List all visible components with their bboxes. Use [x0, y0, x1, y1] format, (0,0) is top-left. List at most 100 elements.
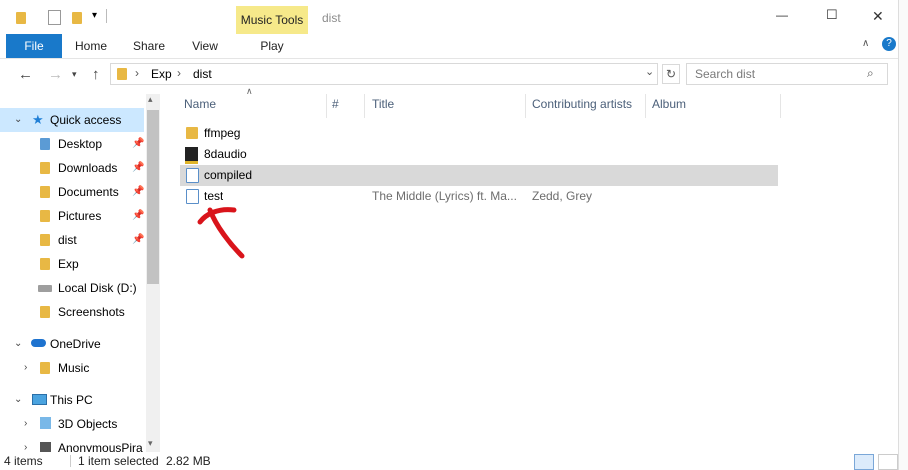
properties-icon[interactable]: [48, 10, 61, 25]
address-bar[interactable]: › Exp › dist ⌄: [110, 63, 658, 85]
selection-size: 2.82 MB: [166, 454, 211, 468]
forward-arrow-icon[interactable]: →: [48, 66, 63, 83]
address-history-dropdown-icon[interactable]: ⌄: [645, 65, 654, 78]
column-header-name[interactable]: Name: [184, 92, 216, 116]
sidebar-item-music[interactable]: › Music: [0, 356, 146, 380]
sidebar-item-label: Downloads: [58, 161, 118, 175]
window-title: dist: [322, 11, 341, 25]
red-arrow-annotation: [197, 207, 245, 259]
sidebar-item-label: Pictures: [58, 209, 102, 223]
column-divider[interactable]: [780, 94, 781, 118]
sidebar-item-3d-objects[interactable]: › 3D Objects: [0, 412, 146, 436]
scroll-down-icon[interactable]: ▾: [148, 438, 153, 449]
sidebar-item-documents[interactable]: Documents 📌: [0, 180, 146, 204]
folder-icon: [40, 138, 50, 150]
folder-icon: [117, 68, 127, 80]
collapse-ribbon-icon[interactable]: ∧: [862, 38, 869, 49]
column-divider[interactable]: [525, 94, 526, 118]
chevron-down-icon[interactable]: ⌄: [14, 108, 22, 132]
breadcrumb-exp[interactable]: Exp: [151, 67, 172, 81]
new-folder-icon[interactable]: [72, 12, 82, 24]
chevron-right-icon[interactable]: ›: [24, 356, 27, 380]
chevron-down-icon[interactable]: ⌄: [14, 332, 22, 356]
chevron-right-icon[interactable]: ›: [24, 436, 27, 452]
sidebar-item-label: Desktop: [58, 137, 103, 151]
sidebar-item-desktop[interactable]: Desktop 📌: [0, 132, 146, 156]
download-folder-icon: [40, 162, 50, 174]
maximize-button[interactable]: ☐: [826, 7, 838, 23]
column-divider[interactable]: [645, 94, 646, 118]
pin-icon[interactable]: 📌: [132, 204, 144, 228]
file-row-test[interactable]: test The Middle (Lyrics) ft. Ma... Zedd,…: [180, 186, 778, 207]
file-row-ffmpeg[interactable]: ffmpeg: [180, 123, 778, 144]
pin-icon[interactable]: 📌: [132, 132, 144, 156]
help-icon[interactable]: ?: [882, 37, 896, 51]
audio-file-icon: [186, 168, 199, 183]
column-header-album[interactable]: Album: [652, 92, 686, 116]
status-divider: [70, 455, 71, 467]
sidebar-item-screenshots[interactable]: Screenshots: [0, 300, 146, 324]
selection-status: 1 item selected: [78, 454, 159, 468]
column-header-title[interactable]: Title: [372, 92, 394, 116]
sidebar-item-downloads[interactable]: Downloads 📌: [0, 156, 146, 180]
sidebar-item-exp[interactable]: Exp: [0, 252, 146, 276]
minimize-button[interactable]: —: [776, 8, 788, 22]
toolbar-divider: [106, 9, 107, 23]
sidebar-item-this-pc[interactable]: ⌄ This PC: [0, 388, 146, 412]
close-button[interactable]: ✕: [872, 8, 884, 25]
column-header-contributing-artists[interactable]: Contributing artists: [532, 92, 632, 116]
breadcrumb-separator-icon[interactable]: ›: [135, 66, 139, 80]
sidebar-item-label: Quick access: [50, 113, 122, 127]
recent-locations-icon[interactable]: ▾: [72, 69, 77, 80]
search-input[interactable]: Search dist ⌕: [686, 63, 888, 85]
background-window-edge: [898, 0, 908, 470]
status-bar: 4 items 1 item selected 2.82 MB: [0, 452, 908, 470]
sidebar-item-dist[interactable]: dist 📌: [0, 228, 146, 252]
computer-icon: [32, 394, 47, 405]
column-divider[interactable]: [364, 94, 365, 118]
scrollbar-thumb[interactable]: [147, 110, 159, 284]
search-icon[interactable]: ⌕: [867, 66, 874, 81]
folder-icon: [40, 234, 50, 246]
chevron-right-icon[interactable]: ›: [24, 412, 27, 436]
refresh-icon[interactable]: ↻: [662, 64, 680, 84]
title-bar: ▾ dist — ☐ ✕: [0, 0, 898, 34]
tab-play[interactable]: Play: [236, 34, 308, 58]
sidebar-item-pictures[interactable]: Pictures 📌: [0, 204, 146, 228]
pictures-folder-icon: [40, 210, 50, 222]
pin-icon[interactable]: 📌: [132, 228, 144, 252]
pin-icon[interactable]: 📌: [132, 156, 144, 180]
chevron-down-icon[interactable]: ⌄: [14, 388, 22, 412]
quick-access-toolbar-dropdown-icon[interactable]: ▾: [92, 10, 97, 21]
up-arrow-icon[interactable]: ↑: [92, 66, 100, 83]
details-view-icon[interactable]: [854, 454, 874, 470]
sidebar-item-quick-access[interactable]: ⌄ ★ Quick access: [0, 108, 144, 132]
pin-icon[interactable]: 📌: [132, 180, 144, 204]
back-arrow-icon[interactable]: ←: [18, 66, 33, 83]
file-row-8daudio[interactable]: 8daudio: [180, 144, 778, 165]
large-icons-view-icon[interactable]: [878, 454, 898, 470]
file-contributing-artists: Zedd, Grey: [532, 189, 593, 203]
scroll-up-icon[interactable]: ▴: [148, 94, 153, 105]
breadcrumb-separator-icon[interactable]: ›: [177, 66, 181, 80]
sidebar-item-local-disk-d[interactable]: Local Disk (D:): [0, 276, 146, 300]
sidebar-item-onedrive[interactable]: ⌄ OneDrive: [0, 332, 146, 356]
tab-view[interactable]: View: [184, 34, 226, 58]
file-name: compiled: [204, 168, 253, 182]
file-row-compiled[interactable]: compiled: [180, 165, 778, 186]
file-title: The Middle (Lyrics) ft. Ma...: [372, 189, 517, 203]
ribbon-tabs: File Home Share View Play ∧ ?: [0, 34, 898, 59]
tab-file[interactable]: File: [6, 34, 62, 58]
sidebar-item-label: Music: [58, 361, 90, 375]
item-count: 4 items: [4, 454, 43, 468]
folder-icon: [16, 12, 26, 24]
sidebar-item-label: Exp: [58, 257, 79, 271]
column-divider[interactable]: [326, 94, 327, 118]
folder-icon: [186, 127, 198, 139]
arrow-shaft: [207, 207, 245, 259]
tab-share[interactable]: Share: [128, 34, 170, 58]
sidebar-item-anonymouspira[interactable]: › AnonymousPira: [0, 436, 146, 452]
breadcrumb-dist[interactable]: dist: [193, 67, 212, 81]
column-header-number[interactable]: #: [332, 92, 339, 116]
tab-home[interactable]: Home: [70, 34, 112, 58]
